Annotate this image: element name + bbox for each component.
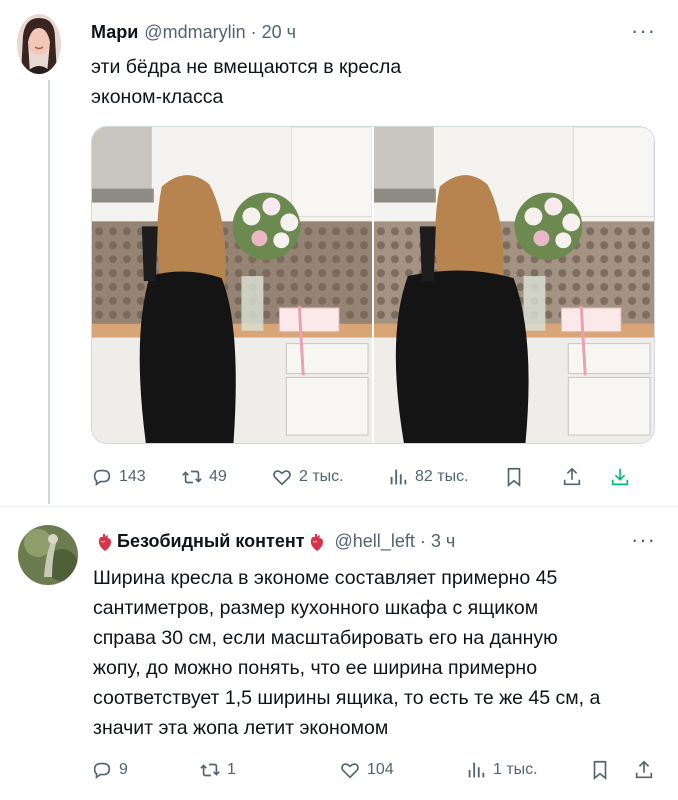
reply-button[interactable]: 9: [91, 759, 199, 781]
bookmark-button[interactable]: [589, 759, 633, 781]
author-name[interactable]: Мари: [91, 22, 138, 43]
tweet-2: Безобидный контент @hell_left · 3 ч ··· …: [0, 507, 678, 800]
retweet-count: 49: [209, 468, 227, 485]
more-options-button[interactable]: ···: [631, 529, 656, 551]
retweet-icon: [182, 470, 202, 484]
author-name[interactable]: Безобидный контент: [117, 531, 305, 552]
tweet-2-actions: 9 1 104 1 тыс.: [91, 759, 658, 781]
views-count: 1 тыс.: [493, 761, 538, 778]
author-handle[interactable]: @mdmarylin: [144, 22, 245, 43]
bookmark-button[interactable]: [503, 466, 561, 488]
like-icon: [273, 470, 291, 486]
tweet-1-text: эти бёдра не вмещаются в кресла эконом-к…: [91, 52, 401, 112]
tweet-text-line: соответствует 1,5 ширины ящика, то есть …: [93, 687, 601, 709]
like-button[interactable]: 104: [339, 759, 465, 781]
retweet-button[interactable]: 49: [181, 466, 271, 488]
bookmark-icon: [507, 467, 521, 488]
more-options-button[interactable]: ···: [631, 20, 656, 42]
tweet-1: Мари @mdmarylin · 20 ч ··· эти бёдра не …: [0, 0, 678, 506]
share-icon: [563, 467, 581, 486]
download-icon: [611, 468, 629, 486]
avatar-mari[interactable]: [17, 14, 61, 74]
tweet-text-line: эконом-класса: [91, 86, 224, 108]
views-button[interactable]: 82 тыс.: [387, 466, 503, 488]
tweet-1-actions: 143 49 2 тыс. 82 тыс.: [91, 466, 658, 488]
download-button[interactable]: [609, 466, 631, 488]
like-count: 2 тыс.: [299, 468, 344, 485]
like-count: 104: [367, 761, 394, 778]
tweet-text-line: жопу, до можно понять, что ее ширина при…: [93, 657, 538, 679]
avatar-hell-left[interactable]: [18, 525, 78, 585]
separator-dot: ·: [419, 531, 426, 551]
reply-count: 143: [119, 468, 146, 485]
timestamp[interactable]: 20 ч: [262, 22, 296, 43]
timestamp[interactable]: 3 ч: [431, 531, 455, 552]
tweet-1-header: Мари @mdmarylin · 20 ч: [91, 22, 296, 43]
tweet-text-line: эти бёдра не вмещаются в кресла: [91, 56, 402, 78]
share-button[interactable]: [633, 759, 655, 781]
thread-line: [48, 80, 50, 504]
tweet-text-line: значит эта жопа летит экономом: [93, 717, 389, 739]
retweet-icon: [200, 763, 220, 777]
views-button[interactable]: 1 тыс.: [465, 759, 589, 781]
separator-dot: ·: [250, 22, 257, 42]
share-button[interactable]: [561, 466, 609, 488]
tweet-media[interactable]: [91, 126, 655, 444]
bookmark-icon: [593, 760, 607, 781]
tweet-text-line: сантиметров, размер кухонного шкафа с ящ…: [93, 597, 539, 619]
reply-icon: [93, 762, 111, 779]
views-icon: [468, 762, 485, 778]
tweet-text-line: справа 30 см, если масштабировать его на…: [93, 627, 558, 649]
retweet-count: 1: [227, 761, 236, 778]
reply-count: 9: [119, 761, 128, 778]
tweet-2-text: Ширина кресла в экономе составляет приме…: [93, 563, 600, 743]
like-button[interactable]: 2 тыс.: [271, 466, 387, 488]
like-icon: [341, 763, 359, 779]
photo-left[interactable]: [92, 127, 372, 443]
tweet-text-line: Ширина кресла в экономе составляет приме…: [93, 567, 558, 589]
anatomical-heart-icon: [98, 533, 111, 551]
anatomical-heart-icon: [310, 533, 323, 551]
share-icon: [635, 760, 653, 779]
author-handle[interactable]: @hell_left: [335, 531, 415, 552]
photo-right[interactable]: [374, 127, 654, 443]
tweet-2-header: Безобидный контент @hell_left · 3 ч: [93, 531, 455, 552]
views-count: 82 тыс.: [415, 468, 469, 485]
retweet-button[interactable]: 1: [199, 759, 339, 781]
reply-button[interactable]: 143: [91, 466, 181, 488]
reply-icon: [93, 469, 111, 486]
views-icon: [390, 469, 407, 485]
